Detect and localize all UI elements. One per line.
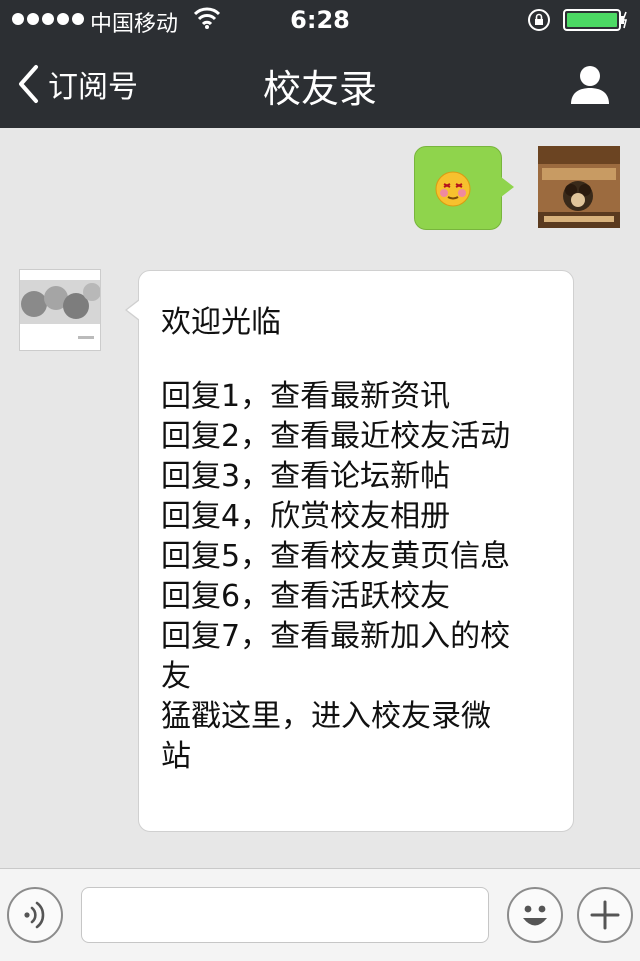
more-button[interactable] <box>577 887 633 943</box>
battery-icon <box>563 9 628 31</box>
chevron-left-icon <box>19 65 38 103</box>
top-bar: 中国移动 6:28 订阅号 校友录 <box>0 0 640 128</box>
contact-avatar[interactable] <box>19 269 101 351</box>
plus-icon <box>590 900 620 930</box>
smiley-icon <box>523 905 547 926</box>
message-line: 回复2，查看最近校友活动 <box>161 419 511 454</box>
back-button[interactable]: 订阅号 <box>16 62 138 106</box>
message-input[interactable] <box>81 887 489 943</box>
outgoing-message-bubble[interactable] <box>414 146 514 230</box>
message-body: 回复1，查看最新资讯 回复2，查看最近校友活动 回复3，查看论坛新帖 回复4，欣… <box>161 377 541 777</box>
voice-icon <box>24 901 45 929</box>
input-bar <box>0 868 640 961</box>
status-bar: 中国移动 6:28 <box>0 0 640 40</box>
message-link-line[interactable]: 站 <box>161 737 541 777</box>
my-avatar[interactable] <box>538 146 620 228</box>
message-line: 回复3，查看论坛新帖 <box>161 459 451 494</box>
message-line: 回复4，欣赏校友相册 <box>161 499 451 534</box>
voice-button[interactable] <box>7 887 63 943</box>
back-label: 订阅号 <box>48 70 138 105</box>
emoji-button[interactable] <box>507 887 563 943</box>
incoming-message-bubble[interactable]: 欢迎光临 回复1，查看最新资讯 回复2，查看最近校友活动 回复3，查看论坛新帖 … <box>125 270 574 832</box>
message-line: 回复5，查看校友黄页信息 <box>161 539 511 574</box>
message-line: 回复1，查看最新资讯 <box>161 379 451 414</box>
rotation-lock-icon <box>528 9 550 31</box>
person-icon[interactable] <box>568 62 612 106</box>
message-link-line[interactable]: 猛戳这里，进入校友录微 <box>161 697 541 737</box>
flushed-face-icon <box>435 171 471 207</box>
message-line: 友 <box>161 659 191 694</box>
message-line: 回复6，查看活跃校友 <box>161 579 451 614</box>
message-line: 回复7，查看最新加入的校 <box>161 619 511 654</box>
message-title: 欢迎光临 <box>161 305 281 340</box>
